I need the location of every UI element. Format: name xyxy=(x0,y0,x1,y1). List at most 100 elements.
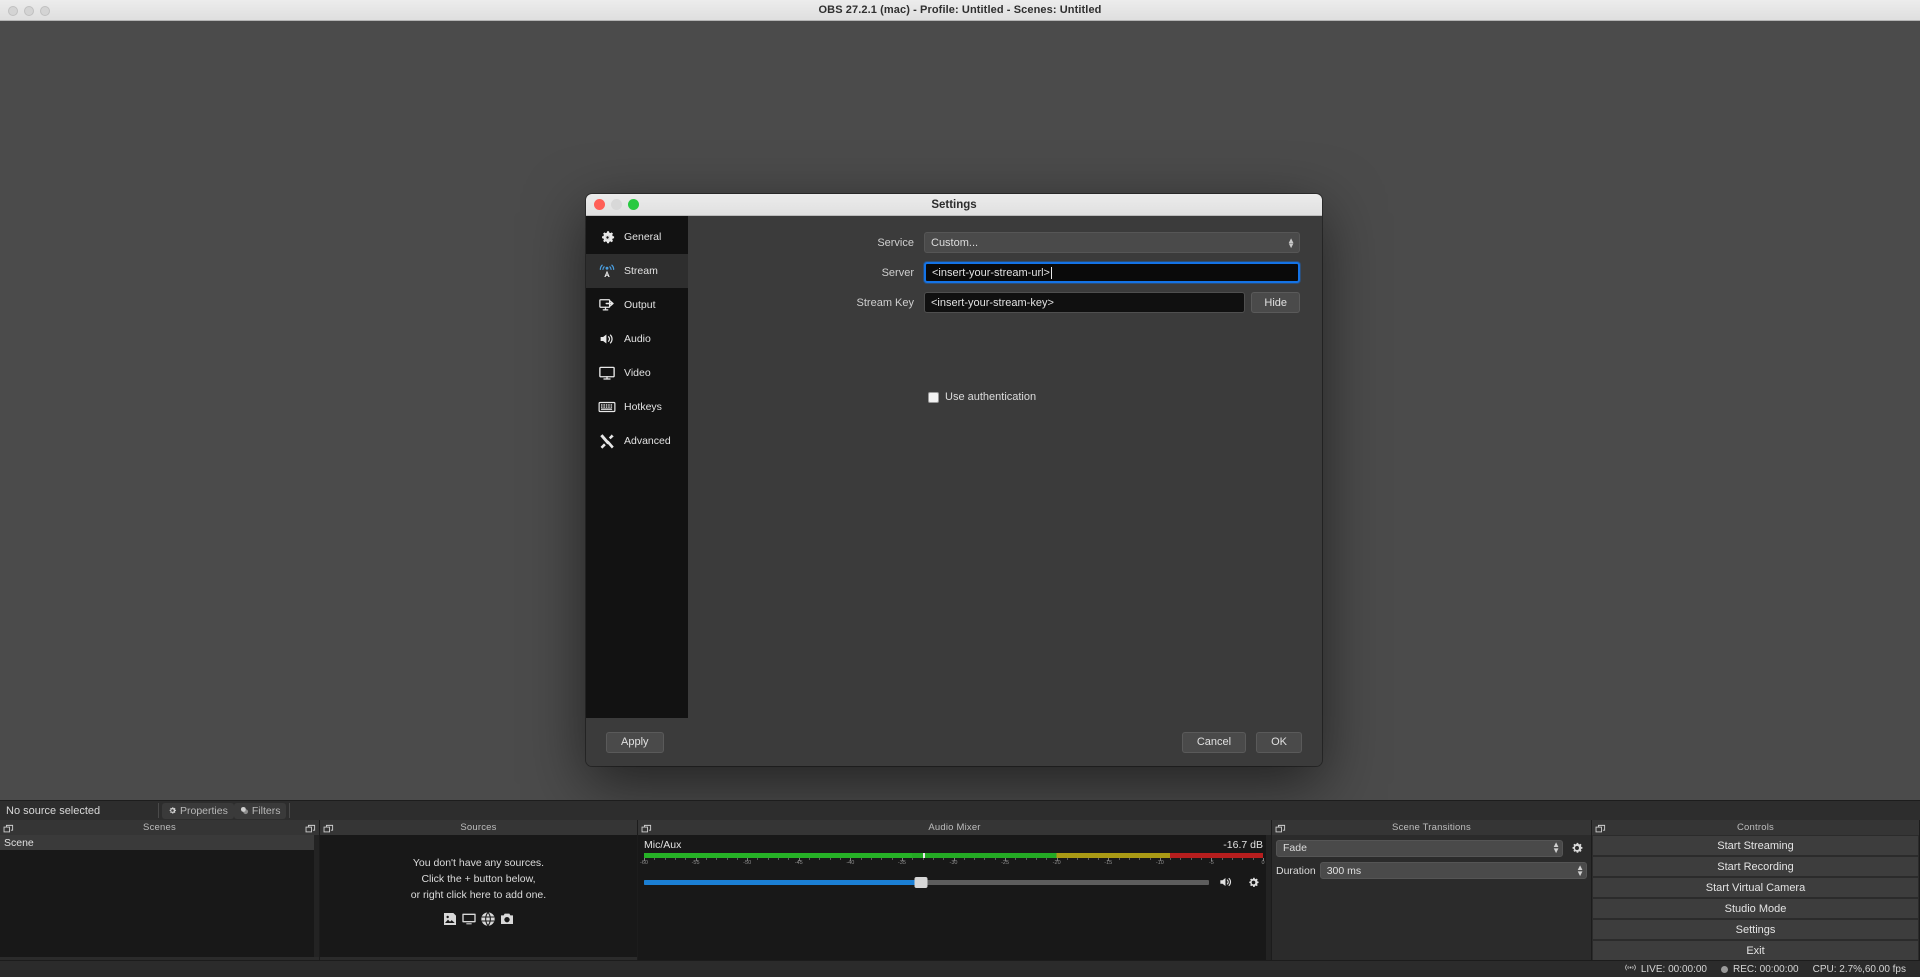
audio-settings-gear-icon[interactable] xyxy=(1243,873,1263,891)
scene-transitions-dock: Scene Transitions Fade ▲ ▼ Duration 300 … xyxy=(1272,820,1592,977)
start-virtual-camera-button[interactable]: Start Virtual Camera xyxy=(1593,878,1918,897)
studio-mode-button[interactable]: Studio Mode xyxy=(1593,899,1918,918)
text-caret xyxy=(1050,266,1052,279)
controls-dock: Controls Start Streaming Start Recording… xyxy=(1592,820,1920,977)
list-item[interactable]: Scene xyxy=(0,835,319,850)
meter-minor-tick xyxy=(757,858,759,860)
sidebar-label-general: General xyxy=(624,231,662,243)
record-status-icon xyxy=(1721,965,1728,973)
use-authentication-checkbox[interactable] xyxy=(928,391,939,403)
transition-settings-gear-icon[interactable] xyxy=(1567,839,1587,857)
sources-type-icons xyxy=(442,910,515,932)
meter-tick-label: -10 xyxy=(1155,860,1164,866)
properties-button[interactable]: Properties xyxy=(162,802,234,819)
mute-speaker-icon[interactable] xyxy=(1216,873,1236,891)
start-recording-button[interactable]: Start Recording xyxy=(1593,857,1918,876)
server-input[interactable]: <insert-your-stream-url> xyxy=(924,262,1300,283)
meter-minor-tick xyxy=(664,858,666,860)
sidebar-item-general[interactable]: General xyxy=(586,220,688,254)
duration-label: Duration xyxy=(1276,864,1316,877)
speaker-icon xyxy=(598,330,616,348)
sidebar-item-audio[interactable]: Audio xyxy=(586,322,688,356)
stream-key-value: <insert-your-stream-key> xyxy=(931,296,1054,309)
float-dock-icon[interactable] xyxy=(3,822,14,833)
scenes-dock-header: Scenes xyxy=(0,820,319,835)
toolbar-divider-2 xyxy=(289,803,291,818)
volume-knob[interactable] xyxy=(914,876,928,888)
meter-minor-tick xyxy=(891,858,893,860)
meter-tick-label: -55 xyxy=(691,860,700,866)
meter-minor-tick xyxy=(1190,858,1192,860)
source-status-toolbar: No source selected Properties Filters xyxy=(0,800,1920,820)
main-zoom-icon[interactable] xyxy=(40,6,50,16)
apply-button[interactable]: Apply xyxy=(606,731,664,753)
meter-minor-tick xyxy=(881,858,883,860)
display-capture-icon xyxy=(461,911,477,932)
settings-minimize-icon[interactable] xyxy=(611,199,622,210)
settings-close-icon[interactable] xyxy=(594,199,605,210)
meter-minor-tick xyxy=(705,858,707,860)
server-label: Server xyxy=(881,266,914,279)
audio-track-db: -16.7 dB xyxy=(1223,839,1263,851)
cancel-button[interactable]: Cancel xyxy=(1181,731,1247,753)
meter-minor-tick xyxy=(1232,858,1234,860)
sidebar-item-video[interactable]: Video xyxy=(586,356,688,390)
service-label: Service xyxy=(877,236,914,249)
stream-key-input[interactable]: <insert-your-stream-key> xyxy=(924,292,1246,313)
spinner-updown-icon[interactable]: ▲ ▼ xyxy=(1576,863,1584,877)
main-minimize-icon[interactable] xyxy=(24,6,34,16)
image-source-icon xyxy=(442,911,458,932)
sources-list[interactable]: You don't have any sources. Click the + … xyxy=(320,835,637,957)
settings-button[interactable]: Settings xyxy=(1593,920,1918,939)
tools-icon xyxy=(598,432,616,450)
ok-button[interactable]: OK xyxy=(1256,731,1302,753)
sidebar-label-stream: Stream xyxy=(624,265,658,277)
meter-minor-tick xyxy=(788,858,790,860)
exit-button[interactable]: Exit xyxy=(1593,941,1918,960)
close-dock-icon[interactable] xyxy=(305,822,316,833)
sidebar-item-hotkeys[interactable]: Hotkeys xyxy=(586,390,688,424)
hide-stream-key-button[interactable]: Hide xyxy=(1251,292,1300,313)
meter-tick-label: -40 xyxy=(846,860,855,866)
use-authentication-row[interactable]: Use authentication xyxy=(928,391,1300,403)
meter-minor-tick xyxy=(1221,858,1223,860)
float-dock-icon[interactable] xyxy=(323,822,334,833)
sidebar-label-output: Output xyxy=(624,299,656,311)
scenes-scrollbar[interactable] xyxy=(314,835,319,957)
settings-dialog: Settings General Stream Output Audio Vid… xyxy=(586,194,1322,766)
volume-slider[interactable] xyxy=(644,876,1209,888)
float-dock-icon[interactable] xyxy=(1275,822,1286,833)
obs-main-window: OBS 27.2.1 (mac) - Profile: Untitled - S… xyxy=(0,0,1920,977)
main-close-icon[interactable] xyxy=(8,6,18,16)
meter-minor-tick xyxy=(943,858,945,860)
transition-select[interactable]: Fade ▲ ▼ xyxy=(1276,839,1563,857)
meter-minor-tick xyxy=(974,858,976,860)
scenes-list[interactable]: Scene xyxy=(0,835,319,957)
meter-minor-tick xyxy=(1097,858,1099,860)
audio-mixer-dock-title: Audio Mixer xyxy=(928,822,981,833)
rec-label: REC: 00:00:00 xyxy=(1733,963,1799,975)
main-window-titlebar: OBS 27.2.1 (mac) - Profile: Untitled - S… xyxy=(0,0,1920,21)
settings-traffic-lights[interactable] xyxy=(594,199,639,210)
duration-input[interactable]: 300 ms ▲ ▼ xyxy=(1319,862,1587,879)
meter-minor-tick xyxy=(932,858,934,860)
transition-value: Fade xyxy=(1283,842,1307,854)
service-select[interactable]: Custom... ▲ ▼ xyxy=(924,232,1300,253)
meter-minor-tick xyxy=(840,858,842,860)
sidebar-item-stream[interactable]: Stream xyxy=(586,254,688,288)
meter-minor-tick xyxy=(1046,858,1048,860)
sidebar-item-advanced[interactable]: Advanced xyxy=(586,424,688,458)
source-status-text: No source selected xyxy=(6,804,101,817)
float-dock-icon[interactable] xyxy=(1595,822,1606,833)
float-dock-icon[interactable] xyxy=(641,822,652,833)
server-value: <insert-your-stream-url> xyxy=(932,266,1050,279)
transition-duration-row: Duration 300 ms ▲ ▼ xyxy=(1276,862,1587,879)
start-streaming-button[interactable]: Start Streaming xyxy=(1593,836,1918,855)
settings-dialog-footer: Apply Cancel OK xyxy=(586,718,1322,766)
filters-button[interactable]: Filters xyxy=(233,802,287,819)
settings-zoom-icon[interactable] xyxy=(628,199,639,210)
sidebar-item-output[interactable]: Output xyxy=(586,288,688,322)
settings-dialog-body: General Stream Output Audio Video Hotkey… xyxy=(586,216,1322,718)
mixer-scrollbar[interactable] xyxy=(1266,835,1271,977)
main-window-traffic-lights[interactable] xyxy=(8,6,50,16)
